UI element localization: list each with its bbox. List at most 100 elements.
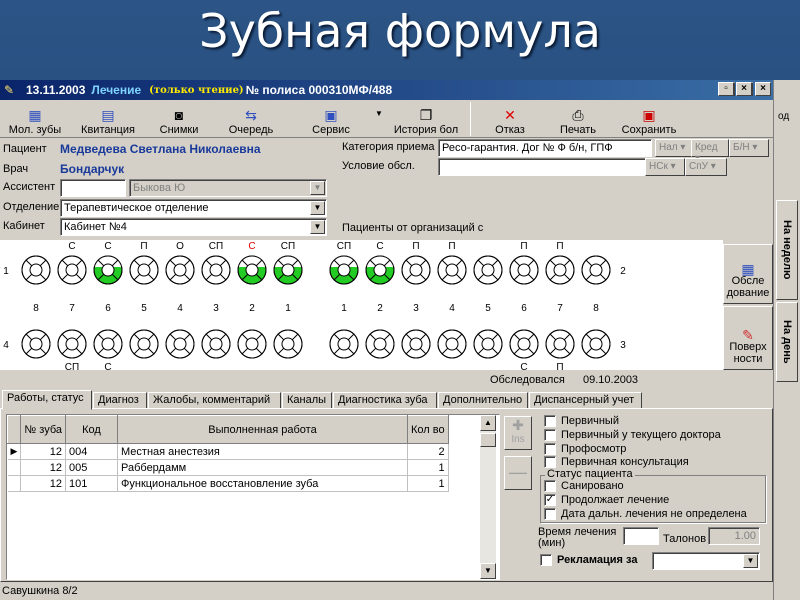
tooth-lower-left-3[interactable] (201, 329, 231, 359)
treatment-time-field[interactable] (623, 527, 659, 545)
scroll-up-icon[interactable]: ▲ (480, 415, 496, 431)
works-table: № зуба Код Выполненная работа Кол во ▶ 1… (6, 414, 500, 580)
tooth-part (553, 337, 567, 351)
molar-teeth-button[interactable]: ▦ Мол. зубы (0, 100, 70, 138)
tab-additional[interactable]: Дополнительно (438, 392, 528, 409)
tab-diagnosis[interactable]: Диагноз (93, 392, 147, 409)
tooth-lower-left-5[interactable] (129, 329, 159, 359)
spu-button[interactable]: СпУ ▾ (685, 158, 727, 176)
outer-close-button[interactable]: × (736, 82, 752, 96)
tooth-lower-right-3[interactable] (401, 329, 431, 359)
tooth-lower-left-2[interactable] (237, 329, 267, 359)
tooth-number: 3 (413, 303, 419, 314)
tooth-lower-right-1[interactable] (329, 329, 359, 359)
tooth-number: 7 (557, 303, 563, 314)
tooth-lower-right-5[interactable] (473, 329, 503, 359)
service-button[interactable]: ▣ Сервис (290, 100, 372, 138)
tooth-upper-right-4[interactable] (437, 255, 467, 285)
table-row[interactable]: 12 005 Раббердамм 1 (7, 459, 449, 476)
tooth-lower-right-6[interactable] (509, 329, 539, 359)
tooth-upper-left-5[interactable] (129, 255, 159, 285)
tooth-lower-right-4[interactable] (437, 329, 467, 359)
chevron-down-icon: ▼ (743, 554, 758, 568)
prophylaxis-checkbox[interactable]: Профосмотр (544, 443, 626, 455)
doctor-name: Бондарчук (60, 162, 125, 176)
scroll-thumb[interactable] (480, 433, 496, 447)
tooth-upper-right-6[interactable] (509, 255, 539, 285)
history-icon: ❐ (419, 107, 433, 123)
tooth-part (481, 337, 495, 351)
tab-dispensary[interactable]: Диспансерный учет (529, 392, 642, 409)
tab-tooth-diagnostics[interactable]: Диагностика зуба (333, 392, 437, 409)
reclaim-checkbox[interactable]: Рекламация за (540, 554, 637, 566)
scroll-down-icon[interactable]: ▼ (480, 563, 496, 579)
tooth-lower-right-2[interactable] (365, 329, 395, 359)
cancel-button[interactable]: ✕ Отказ (475, 100, 545, 138)
tooth-lower-left-1[interactable] (273, 329, 303, 359)
tooth-lower-left-8[interactable] (21, 329, 51, 359)
tooth-upper-left-8[interactable] (21, 255, 51, 285)
sanitized-checkbox[interactable]: Санировано (544, 480, 624, 492)
undefined-date-checkbox[interactable]: Дата дальн. лечения не определена (544, 508, 747, 520)
primary-consult-checkbox[interactable]: Первичная консультация (544, 456, 689, 468)
continues-treatment-checkbox[interactable]: ✓ Продолжает лечение (544, 494, 669, 506)
tooth-upper-right-3[interactable] (401, 255, 431, 285)
tooth-upper-right-2[interactable] (365, 255, 395, 285)
reclaim-select[interactable]: ▼ (652, 552, 760, 570)
department-select[interactable]: Терапевтическое отделение ▼ (60, 199, 327, 217)
assistant-select[interactable]: Быкова Ю ▼ (129, 179, 327, 197)
service-dropdown[interactable]: ▼ (372, 100, 386, 138)
tooth-lower-right-7[interactable] (545, 329, 575, 359)
close-button[interactable]: × (755, 82, 771, 96)
tab-complaints[interactable]: Жалобы, комментарий (148, 392, 281, 409)
save-button[interactable]: ▣ Сохранить (611, 100, 687, 138)
table-row[interactable]: ▶ 12 004 Местная анестезия 2 (7, 443, 449, 460)
primary-doctor-checkbox[interactable]: Первичный у текущего доктора (544, 429, 721, 441)
tooth-lower-right-8[interactable] (581, 329, 611, 359)
surfaces-button[interactable]: ✎ Поверх ности (723, 306, 773, 370)
print-button[interactable]: ⎙ Печать (545, 100, 611, 138)
tooth-upper-left-6[interactable] (93, 255, 123, 285)
cabinet-select[interactable]: Кабинет №4 ▼ (60, 218, 327, 236)
tooth-upper-left-7[interactable] (57, 255, 87, 285)
delete-row-button[interactable]: — (504, 456, 532, 490)
talons-field[interactable]: 1.00 (708, 527, 760, 545)
tab-works-status[interactable]: Работы, статус (2, 390, 92, 410)
slide-title: Зубная формула (199, 4, 601, 58)
receipt-button[interactable]: ▤ Квитанция (70, 100, 146, 138)
tooth-upper-right-8[interactable] (581, 255, 611, 285)
cash-button[interactable]: Нал ▾ (655, 139, 693, 157)
tooth-upper-left-4[interactable] (165, 255, 195, 285)
tooth-upper-right-1[interactable] (329, 255, 359, 285)
noncash-button[interactable]: Б/Н ▾ (729, 139, 769, 157)
insert-row-button[interactable]: ✚ Ins (504, 416, 532, 450)
primary-checkbox[interactable]: Первичный (544, 415, 619, 427)
credit-button[interactable]: Кред ▾ (691, 139, 729, 164)
category-field[interactable]: Ресо-гарантия. Дог № Ф б/н, ГПФ (438, 139, 652, 157)
tooth-lower-left-6[interactable] (93, 329, 123, 359)
queue-button[interactable]: ⇆ Очередь (212, 100, 290, 138)
tooth-upper-right-5[interactable] (473, 255, 503, 285)
tab-channels[interactable]: Каналы (282, 392, 332, 409)
tooth-upper-left-2[interactable] (237, 255, 267, 285)
table-row[interactable]: 12 101 Функциональное восстановление зуб… (7, 475, 449, 492)
tooth-upper-right-7[interactable] (545, 255, 575, 285)
nsk-button[interactable]: НСк ▾ (645, 158, 685, 176)
tooth-lower-left-7[interactable] (57, 329, 87, 359)
tooth-upper-left-1[interactable] (273, 255, 303, 285)
condition-field[interactable] (438, 158, 652, 176)
print-icon: ⎙ (572, 107, 584, 123)
col-work: Выполненная работа (117, 415, 408, 444)
tab-day[interactable]: На день (776, 302, 798, 382)
outer-restore-button[interactable]: ▫ (718, 82, 734, 96)
assistant-field[interactable] (60, 179, 126, 197)
examination-button[interactable]: ▦ Обсле дование (723, 244, 773, 304)
tooth-upper-left-3[interactable] (201, 255, 231, 285)
tooth-lower-left-4[interactable] (165, 329, 195, 359)
works-scrollbar[interactable]: ▲ ▼ (480, 415, 496, 579)
history-button[interactable]: ❐ История бол (386, 100, 466, 138)
tooth-number: 4 (449, 303, 455, 314)
readonly-flag: (только чтение) (149, 84, 244, 96)
xray-button[interactable]: ◙ Снимки (146, 100, 212, 138)
tab-week[interactable]: На неделю (776, 200, 798, 300)
